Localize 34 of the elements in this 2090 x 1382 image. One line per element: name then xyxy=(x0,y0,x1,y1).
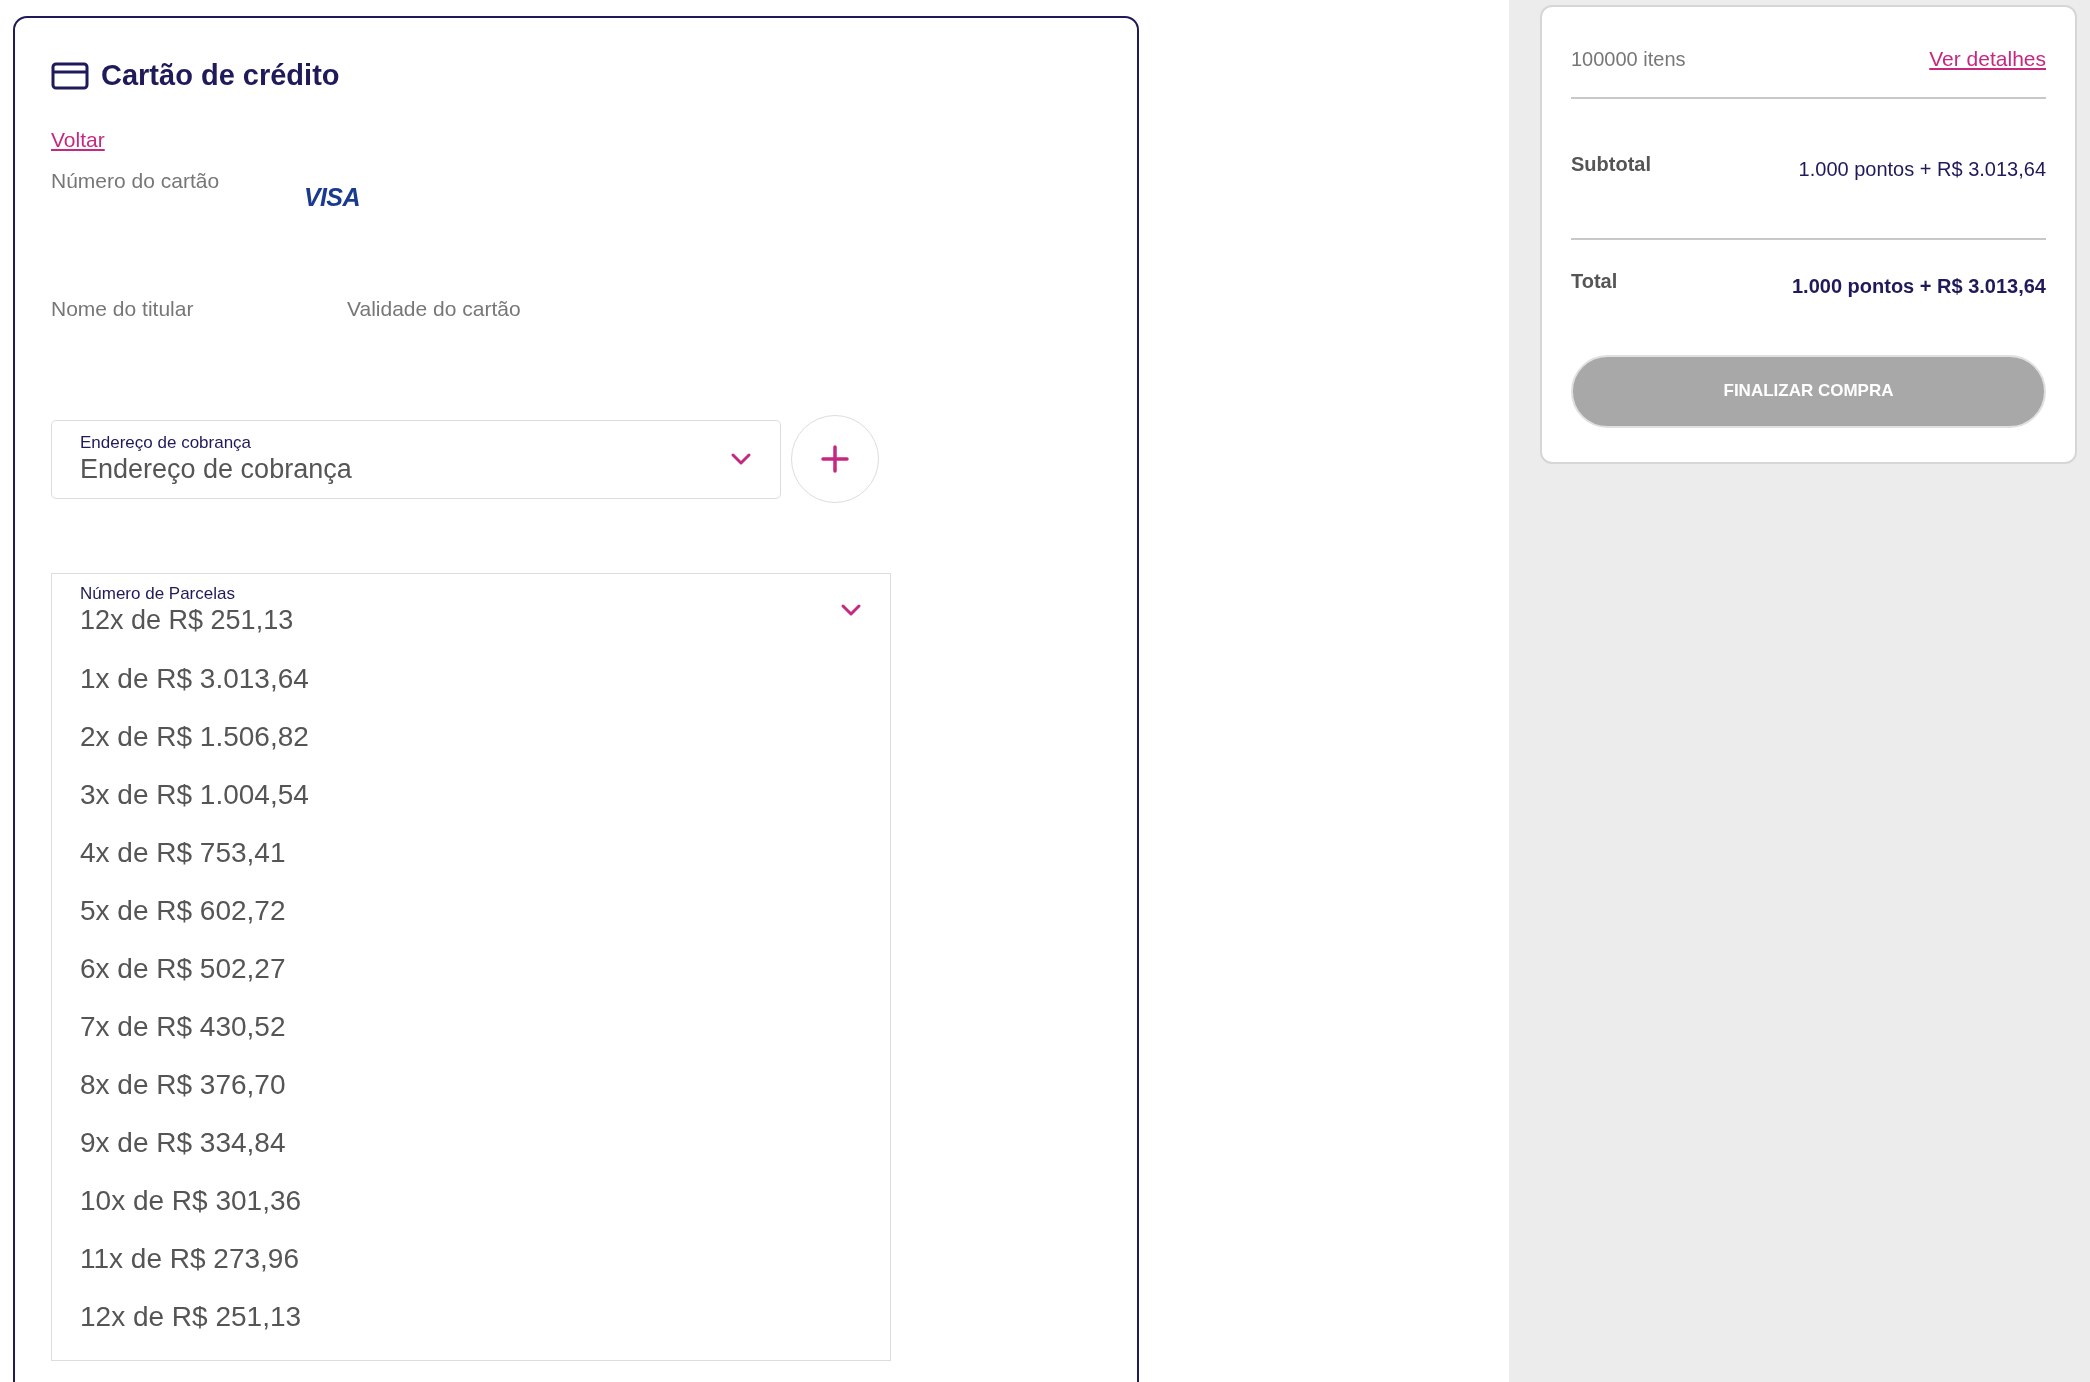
details-link[interactable]: Ver detalhes xyxy=(1929,43,2046,75)
dropdown-option[interactable]: 11x de R$ 273,96 xyxy=(52,1230,890,1288)
field-label: Número do cartão xyxy=(51,168,221,194)
dropdown-option[interactable]: 8x de R$ 376,70 xyxy=(52,1056,890,1114)
select-value: Endereço de cobrança xyxy=(80,452,352,486)
dropdown-option[interactable]: 6x de R$ 502,27 xyxy=(52,940,890,998)
subtotal-value: 1.000 pontos + R$ 3.013,64 xyxy=(1798,156,2046,182)
chevron-down-icon xyxy=(840,603,862,617)
dropdown-option[interactable]: 5x de R$ 602,72 xyxy=(52,882,890,940)
subtotal-label: Subtotal xyxy=(1571,151,1651,177)
card-brand-logo: VISA xyxy=(304,182,360,213)
credit-card-icon xyxy=(51,61,89,90)
total-label: Total xyxy=(1571,268,1618,294)
back-link[interactable]: Voltar xyxy=(51,123,105,155)
items-count: 100000 itens xyxy=(1571,46,1686,72)
dropdown-option[interactable]: 7x de R$ 430,52 xyxy=(52,998,890,1056)
select-label: Endereço de cobrança xyxy=(80,431,253,453)
installments-select[interactable] xyxy=(51,573,891,1361)
dropdown-option[interactable]: 2x de R$ 1.506,82 xyxy=(52,708,890,766)
billing-address-select[interactable]: Endereço de cobrança Endereço de cobrança xyxy=(51,419,781,499)
section-title: Cartão de crédito xyxy=(101,58,340,93)
total-value: 1.000 pontos + R$ 3.013,64 xyxy=(1791,273,2046,299)
dropdown-option[interactable]: 12x de R$ 251,13 xyxy=(52,1288,890,1346)
dropdown-option[interactable]: 9x de R$ 334,84 xyxy=(52,1114,890,1172)
field-label: Nome do titular xyxy=(51,296,195,322)
dropdown-option[interactable]: 4x de R$ 753,41 xyxy=(52,824,890,882)
field-label: Validade do cartão xyxy=(347,296,521,322)
dropdown-option[interactable]: 3x de R$ 1.004,54 xyxy=(52,766,890,824)
select-label: Número de Parcelas xyxy=(80,582,236,604)
chevron-down-icon xyxy=(730,452,752,466)
dropdown-option[interactable]: 10x de R$ 301,36 xyxy=(52,1172,890,1230)
dropdown-option[interactable]: 1x de R$ 3.013,64 xyxy=(52,650,890,708)
select-value: 12x de R$ 251,13 xyxy=(80,603,294,637)
plus-icon xyxy=(820,444,850,474)
